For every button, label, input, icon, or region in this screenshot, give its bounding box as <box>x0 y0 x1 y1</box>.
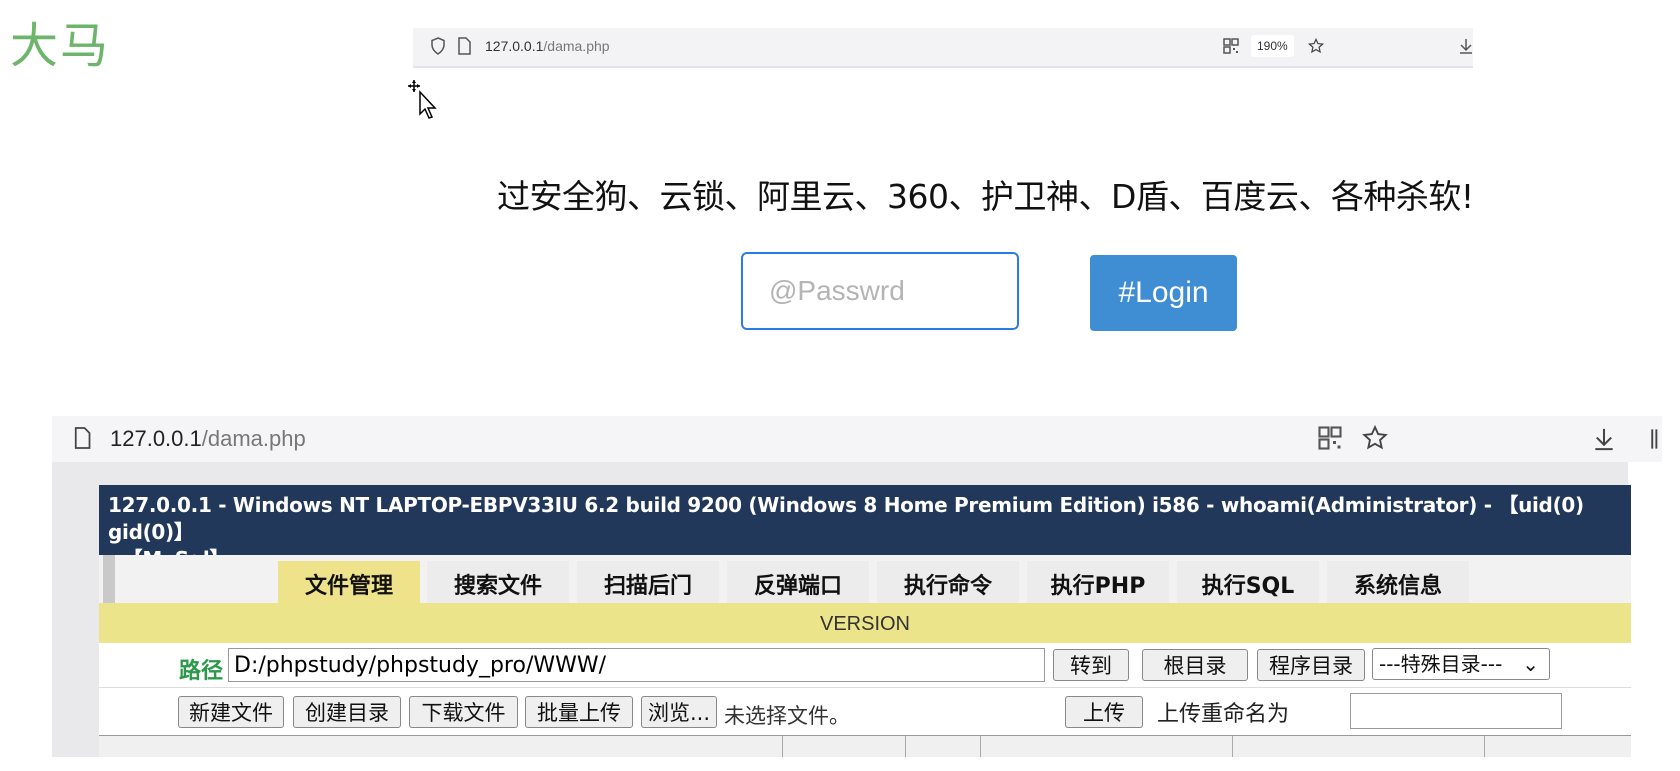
goto-button[interactable]: 转到 <box>1053 649 1129 681</box>
no-file-selected-text: 未选择文件。 <box>724 704 850 728</box>
url-path: /dama.php <box>201 426 306 451</box>
system-info-line1: 127.0.0.1 - Windows NT LAPTOP-EBPV33IU 6… <box>108 493 1584 544</box>
download-file-button[interactable]: 下载文件 <box>409 696 518 728</box>
tab-system-info[interactable]: 系统信息 <box>1327 561 1469 603</box>
star-icon[interactable] <box>1362 425 1388 451</box>
create-dir-button[interactable]: 创建目录 <box>293 696 401 728</box>
system-info-header: 127.0.0.1 - Windows NT LAPTOP-EBPV33IU 6… <box>99 485 1631 571</box>
path-label: 路径 <box>179 659 224 684</box>
table-header-cell <box>782 736 783 757</box>
table-header-cell <box>905 736 906 757</box>
version-bar: VERSION <box>99 603 1631 643</box>
tab-exec-php[interactable]: 执行PHP <box>1027 561 1169 603</box>
slide-title: 大马 <box>10 18 111 74</box>
table-header-cell <box>1484 736 1485 757</box>
upload-button[interactable]: 上传 <box>1065 696 1143 728</box>
function-tabs: 文件管理 搜索文件 扫描后门 反弹端口 执行命令 执行PHP 执行SQL 系统信… <box>99 555 1631 603</box>
tab-file-manager[interactable]: 文件管理 <box>278 561 420 603</box>
login-headline: 过安全狗、云锁、阿里云、360、护卫神、D盾、百度云、各种杀软! <box>497 177 1474 216</box>
login-button[interactable]: #Login <box>1090 255 1237 331</box>
tab-row-edge <box>103 555 115 603</box>
program-dir-button[interactable]: 程序目录 <box>1257 649 1365 681</box>
tab-reverse-port[interactable]: 反弹端口 <box>727 561 869 603</box>
download-icon[interactable] <box>1592 426 1616 452</box>
download-icon[interactable] <box>1458 37 1474 55</box>
tab-search-files[interactable]: 搜索文件 <box>427 561 569 603</box>
path-row: 路径 转到 根目录 程序目录 ---特殊目录--- ⌄ <box>99 643 1631 687</box>
batch-upload-button[interactable]: 批量上传 <box>525 696 633 728</box>
tab-exec-command[interactable]: 执行命令 <box>877 561 1019 603</box>
rename-label: 上传重命名为 <box>1157 702 1290 727</box>
tab-exec-sql[interactable]: 执行SQL <box>1177 561 1319 603</box>
page-icon <box>458 37 471 55</box>
special-dir-selected: ---特殊目录--- <box>1379 652 1503 676</box>
path-input[interactable] <box>228 648 1045 682</box>
tab-scan-backdoor[interactable]: 扫描后门 <box>577 561 719 603</box>
library-icon[interactable] <box>1650 428 1660 450</box>
file-toolbar: 新建文件 创建目录 下载文件 批量上传 浏览... 未选择文件。 上传 上传重命… <box>99 687 1631 736</box>
address-bar[interactable]: 127.0.0.1/dama.php <box>110 426 306 452</box>
file-table-header <box>99 735 1631 757</box>
address-bar[interactable]: 127.0.0.1/dama.php <box>485 38 610 54</box>
table-header-cell <box>1232 736 1233 757</box>
root-dir-button[interactable]: 根目录 <box>1142 649 1248 681</box>
table-header-cell <box>980 736 981 757</box>
page-icon <box>74 427 91 449</box>
new-file-button[interactable]: 新建文件 <box>178 696 284 728</box>
chevron-down-icon: ⌄ <box>1522 652 1539 676</box>
second-browser-toolbar: 127.0.0.1/dama.php <box>52 416 1662 462</box>
special-dir-select[interactable]: ---特殊目录--- ⌄ <box>1372 648 1550 680</box>
move-cursor-icon <box>408 80 437 119</box>
webshell-panel: 127.0.0.1 - Windows NT LAPTOP-EBPV33IU 6… <box>99 485 1631 757</box>
zoom-indicator[interactable]: 190% <box>1251 35 1294 57</box>
top-browser-toolbar: 127.0.0.1/dama.php 190% <box>413 28 1473 68</box>
star-icon[interactable] <box>1308 37 1324 55</box>
qr-code-icon[interactable] <box>1223 37 1239 55</box>
url-host: 127.0.0.1 <box>110 426 202 451</box>
url-path: /dama.php <box>543 38 610 54</box>
password-input[interactable] <box>741 252 1019 330</box>
shield-icon[interactable] <box>430 37 446 55</box>
rename-input[interactable] <box>1350 693 1562 729</box>
qr-code-icon[interactable] <box>1318 426 1342 450</box>
browse-button[interactable]: 浏览... <box>641 696 717 728</box>
url-host: 127.0.0.1 <box>485 38 544 54</box>
